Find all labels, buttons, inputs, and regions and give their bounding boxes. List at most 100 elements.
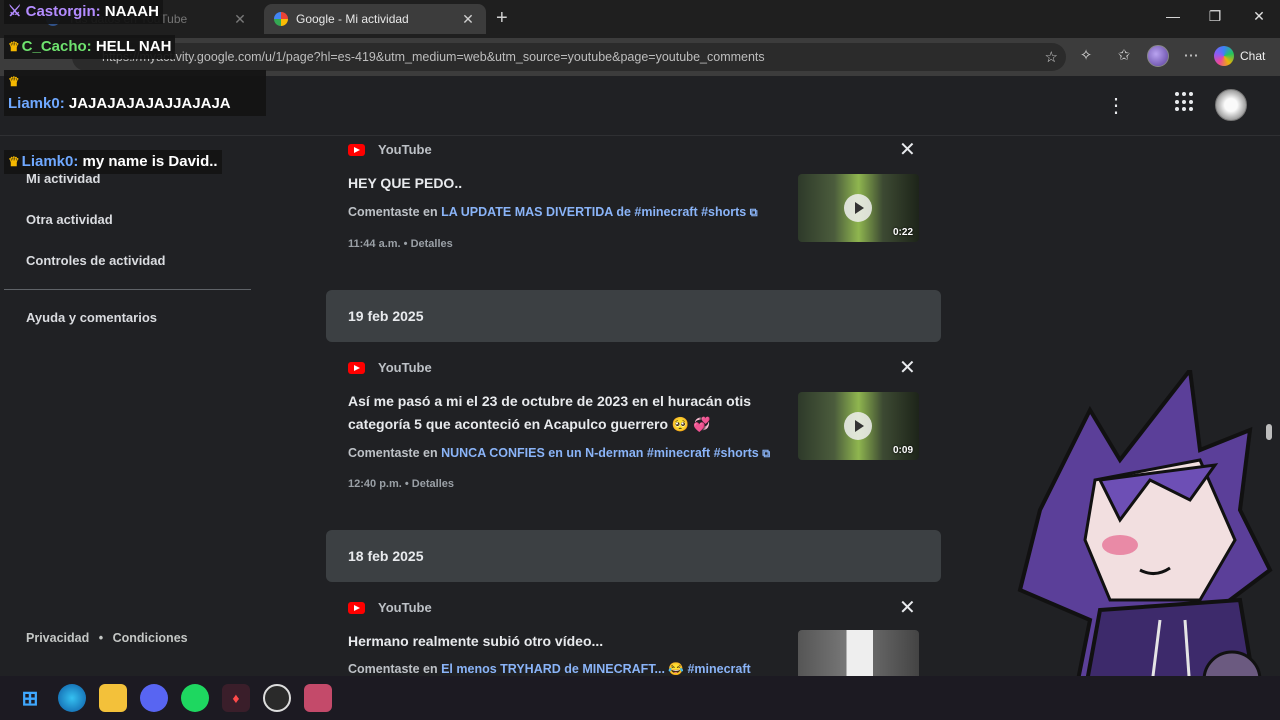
chat-message: ⚔ Castorgin: NAAAH [4, 0, 163, 24]
activity-card: YouTube ✕ Hermano realmente subió otro v… [326, 597, 941, 676]
sidebar-footer: Privacidad • Condiciones [26, 631, 188, 645]
sidebar: Mi actividad Otra actividad Controles de… [0, 136, 260, 676]
comment-text: HEY QUE PEDO.. [348, 175, 463, 191]
chat-text: NAAAH [104, 3, 159, 20]
chat-text: my name is David.. [82, 153, 218, 170]
commented-prefix: Comentaste en [348, 446, 438, 460]
discord-icon[interactable] [140, 684, 168, 712]
card-source: YouTube [348, 600, 432, 615]
close-icon[interactable]: ✕ [232, 11, 248, 28]
date-header: 18 feb 2025 [326, 530, 941, 582]
external-link-icon: ⧉ [749, 207, 758, 219]
privacy-link[interactable]: Privacidad [26, 631, 89, 645]
activity-time: 12:40 p.m. [348, 478, 402, 490]
window-close-button[interactable]: ✕ [1244, 8, 1274, 25]
chat-username: Liamk0: [8, 95, 65, 112]
url-text: https://myactivity.google.com/u/1/page?h… [102, 50, 765, 64]
card-source: YouTube [348, 360, 432, 375]
delete-activity-button[interactable]: ✕ [899, 137, 916, 162]
chat-message: ♛ C_Cacho: HELL NAH [4, 35, 176, 59]
youtube-icon [348, 143, 365, 156]
delete-activity-button[interactable]: ✕ [899, 595, 916, 620]
chat-message: ♛ Liamk0: JAJAJAJAJAJJAJAJA [4, 70, 266, 116]
commented-on: Comentaste en LA UPDATE MAS DIVERTIDA de… [348, 205, 758, 220]
video-duration: 0:22 [892, 227, 913, 238]
commented-on: Comentaste en El menos TRYHARD de MINECR… [348, 662, 751, 676]
source-label: YouTube [378, 600, 432, 615]
card-source: YouTube [348, 142, 432, 157]
more-menu-icon[interactable]: ⋯ [1180, 46, 1202, 64]
spotify-icon[interactable] [181, 684, 209, 712]
details-link[interactable]: Detalles [412, 478, 454, 490]
commented-prefix: Comentaste en [348, 205, 438, 219]
delete-activity-button[interactable]: ✕ [899, 355, 916, 380]
google-favicon-icon [274, 12, 288, 26]
commented-on: Comentaste en NUNCA CONFIES en un N-derm… [348, 446, 770, 461]
source-label: YouTube [378, 142, 432, 157]
crown-icon: ♛ [8, 74, 20, 89]
terms-link[interactable]: Condiciones [113, 631, 188, 645]
chat-username: C_Cacho: [21, 38, 92, 55]
details-link[interactable]: Detalles [411, 238, 453, 250]
commented-prefix: Comentaste en [348, 662, 438, 676]
crown-icon: ♛ [8, 39, 20, 54]
video-thumbnail[interactable]: 0:09 [798, 392, 919, 460]
maximize-button[interactable]: ❐ [1200, 8, 1230, 25]
extensions-icon[interactable]: ✧ [1075, 46, 1097, 64]
favorites-icon[interactable]: ✩ [1113, 46, 1135, 64]
copilot-icon [1214, 46, 1234, 66]
chat-message: ♛ Liamk0: my name is David.. [4, 150, 222, 174]
date-header: 19 feb 2025 [326, 290, 941, 342]
video-thumbnail[interactable] [798, 630, 919, 676]
tab-mi-actividad[interactable]: Google - Mi actividad ✕ [264, 4, 486, 34]
sidebar-item-controles[interactable]: Controles de actividad [26, 253, 165, 268]
game-icon[interactable] [304, 684, 332, 712]
youtube-icon [348, 361, 365, 374]
sidebar-item-ayuda[interactable]: Ayuda y comentarios [26, 310, 157, 325]
video-thumbnail[interactable]: 0:22 [798, 174, 919, 242]
chat-text: HELL NAH [95, 38, 172, 55]
chat-username: Castorgin: [25, 3, 101, 20]
edge-icon[interactable] [58, 684, 86, 712]
video-link[interactable]: El menos TRYHARD de MINECRAFT... 😂 #mine… [441, 662, 751, 676]
favorite-star-icon[interactable]: ☆ [1045, 48, 1058, 66]
play-icon [844, 412, 872, 440]
chat-text: JAJAJAJAJAJJAJAJA [68, 95, 231, 112]
source-label: YouTube [378, 360, 432, 375]
file-explorer-icon[interactable] [99, 684, 127, 712]
app-icon[interactable]: ♦ [222, 684, 250, 712]
activity-meta: 12:40 p.m. • Detalles [348, 478, 454, 490]
account-avatar[interactable] [1215, 89, 1247, 121]
new-tab-button[interactable]: + [496, 8, 508, 28]
footer-separator: • [98, 631, 104, 645]
profile-avatar-icon[interactable] [1147, 45, 1169, 67]
video-duration: 0:09 [892, 445, 913, 456]
address-bar[interactable]: https://myactivity.google.com/u/1/page?h… [72, 43, 1066, 71]
minimize-button[interactable]: — [1158, 8, 1188, 24]
activity-card: YouTube ✕ HEY QUE PEDO.. Comentaste en L… [326, 139, 941, 272]
external-link-icon: ⧉ [762, 448, 771, 460]
chat-username: Liamk0: [21, 153, 79, 170]
tab-title: Google - Mi actividad [296, 12, 409, 26]
google-apps-icon[interactable] [1175, 92, 1195, 112]
activity-meta: 11:44 a.m. • Detalles [348, 238, 453, 250]
windows-start-icon[interactable]: ⊞ [16, 684, 44, 712]
youtube-icon [348, 601, 365, 614]
comment-text: Así me pasó a mi el 23 de octubre de 202… [348, 393, 752, 432]
obs-icon[interactable] [263, 684, 291, 712]
video-link[interactable]: LA UPDATE MAS DIVERTIDA de #minecraft #s… [441, 205, 746, 219]
play-icon [844, 194, 872, 222]
sidebar-divider [4, 289, 251, 290]
sidebar-item-otra-actividad[interactable]: Otra actividad [26, 212, 113, 227]
copilot-chat-button[interactable]: Chat [1210, 44, 1273, 68]
activity-feed: YouTube ✕ HEY QUE PEDO.. Comentaste en L… [326, 136, 941, 676]
activity-time: 11:44 a.m. [348, 238, 401, 250]
sword-icon: ⚔ [8, 3, 22, 20]
taskbar: ⊞ ♦ [0, 676, 1280, 720]
close-icon[interactable]: ✕ [460, 11, 476, 28]
chat-label: Chat [1240, 49, 1266, 63]
browser-tab-bar: Tus datos en YouTube ✕ Google - Mi activ… [0, 0, 1280, 38]
comment-text: Hermano realmente subió otro vídeo... [348, 633, 604, 649]
video-link[interactable]: NUNCA CONFIES en un N-derman #minecraft … [441, 446, 759, 460]
more-options-icon[interactable]: ⋮ [1106, 93, 1126, 118]
